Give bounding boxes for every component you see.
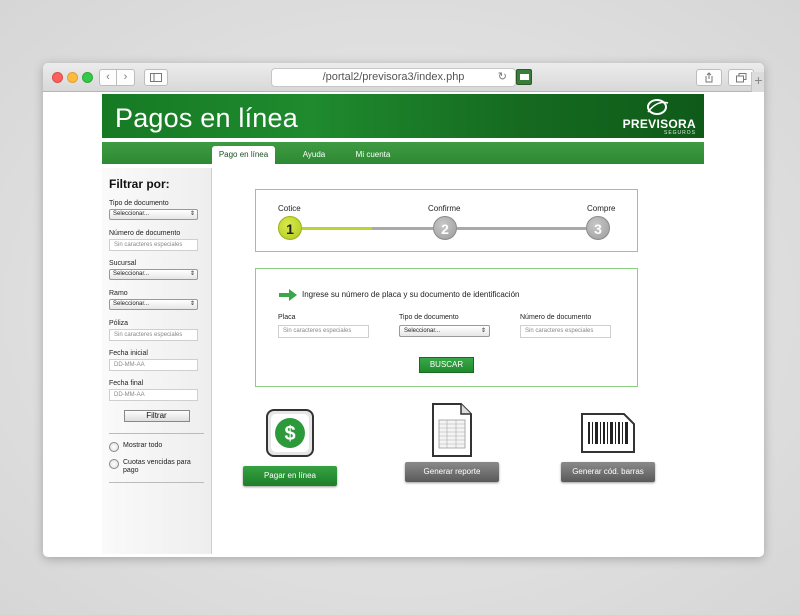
reporte-action: Generar reporte — [404, 403, 500, 482]
ramo-select[interactable]: Seleccionar... ⇕ — [109, 299, 198, 310]
barcode-icon[interactable] — [580, 412, 636, 454]
pagar-en-linea-button[interactable]: Pagar en línea — [243, 466, 337, 486]
placa-label: Placa — [278, 314, 296, 321]
select-arrows-icon: ⇕ — [189, 271, 195, 277]
share-icon — [705, 72, 713, 83]
radio-mostrar-todo-label: Mostrar todo — [123, 442, 163, 449]
step-line — [372, 227, 433, 230]
step-3-circle: 3 — [586, 216, 610, 240]
close-window-button[interactable] — [52, 72, 63, 83]
page-title: Pagos en línea — [115, 103, 298, 133]
placa-input[interactable]: Sin caracteres especiales — [278, 325, 369, 338]
numero-documento-input[interactable]: Sin caracteres especiales — [109, 239, 198, 251]
tipo-documento-value: Seleccionar... — [113, 211, 150, 217]
tab-ayuda[interactable]: Ayuda — [284, 146, 344, 164]
generar-reporte-button[interactable]: Generar reporte — [405, 462, 499, 482]
chevron-right-icon: › — [123, 71, 128, 83]
buscar-button[interactable]: BUSCAR — [419, 357, 474, 373]
poliza-label: Póliza — [109, 320, 129, 327]
filtrar-button[interactable]: Filtrar — [123, 410, 190, 422]
radio-circle-icon[interactable] — [109, 459, 119, 469]
sucursal-value: Seleccionar... — [113, 271, 150, 277]
arrow-right-icon — [279, 289, 297, 301]
new-tab-button[interactable]: + — [751, 72, 764, 92]
tipo-documento-label: Tipo de documento — [399, 314, 459, 321]
step-line — [457, 227, 586, 230]
plus-icon: + — [754, 72, 763, 88]
tipo-documento-label: Tipo de documento — [109, 200, 169, 207]
fecha-final-label: Fecha final — [109, 380, 144, 387]
step-2-circle: 2 — [433, 216, 457, 240]
step-1-label: Cotice — [278, 204, 301, 213]
forward-button[interactable]: › — [117, 69, 135, 86]
select-arrows-icon: ⇕ — [480, 328, 486, 334]
chevron-left-icon: ‹ — [106, 71, 110, 83]
radio-mostrar-todo[interactable]: Mostrar todo — [109, 442, 204, 452]
main-menu: Pago en línea Ayuda Mi cuenta — [102, 142, 704, 164]
dollar-icon[interactable]: $ — [265, 408, 315, 458]
step-progress-line — [302, 227, 372, 230]
generar-cod-barras-button[interactable]: Generar cód. barras — [561, 462, 655, 482]
ramo-label: Ramo — [109, 290, 128, 297]
search-hint: Ingrese su número de placa y su document… — [302, 290, 520, 299]
step-2-label: Confirme — [428, 204, 461, 213]
sucursal-label: Sucursal — [109, 260, 137, 267]
zoom-window-button[interactable] — [82, 72, 93, 83]
sidebar-divider — [109, 433, 204, 434]
step-3-label: Compre — [587, 204, 616, 213]
back-button[interactable]: ‹ — [99, 69, 117, 86]
tab-pago-en-linea[interactable]: Pago en línea — [212, 146, 275, 164]
radio-cuotas-vencidas-label: Cuotas vencidas para pago — [123, 459, 191, 474]
step-1-circle: 1 — [278, 216, 302, 240]
page-content: Pagos en línea PREVISORA SEGUROS Pago en… — [102, 94, 704, 554]
browser-window: ‹ › /portal2/previsora3/index.php ↻ + Pa… — [43, 63, 764, 557]
fecha-final-input[interactable]: DD-MM-AA — [109, 389, 198, 401]
poliza-input[interactable]: Sin caracteres especiales — [109, 329, 198, 341]
sidebar-toggle-button[interactable] — [144, 69, 168, 86]
logo-subtext: SEGUROS — [663, 130, 696, 136]
report-icon[interactable] — [430, 402, 474, 458]
tab-mi-cuenta[interactable]: Mi cuenta — [347, 146, 399, 164]
numero-documento-label: Número de documento — [520, 314, 592, 321]
select-arrows-icon: ⇕ — [189, 211, 195, 217]
barras-action: Generar cód. barras — [560, 408, 656, 482]
site-header: Pagos en línea PREVISORA SEGUROS — [102, 94, 704, 142]
svg-text:$: $ — [284, 423, 295, 445]
ramo-value: Seleccionar... — [113, 301, 150, 307]
extension-icon[interactable] — [516, 69, 532, 85]
tipo-documento-value: Seleccionar... — [404, 328, 441, 334]
minimize-window-button[interactable] — [67, 72, 78, 83]
tipo-documento-select[interactable]: Seleccionar... ⇕ — [399, 325, 490, 337]
numero-documento-input[interactable]: Sin caracteres especiales — [520, 325, 611, 338]
tipo-documento-select[interactable]: Seleccionar... ⇕ — [109, 209, 198, 220]
logo-text: PREVISORA — [622, 117, 696, 131]
fecha-inicial-input[interactable]: DD-MM-AA — [109, 359, 198, 371]
logo-mark-icon — [647, 99, 669, 115]
share-button[interactable] — [696, 69, 722, 86]
url-text: /portal2/previsora3/index.php — [322, 71, 465, 83]
pagar-action: $ Pagar en línea — [242, 408, 338, 486]
main-content: Cotice Confirme Compre 1 2 3 Ingrese su … — [212, 168, 704, 554]
sidebar-icon — [150, 73, 162, 82]
sucursal-select[interactable]: Seleccionar... ⇕ — [109, 269, 198, 280]
browser-toolbar: ‹ › /portal2/previsora3/index.php ↻ + — [43, 63, 764, 92]
address-bar[interactable]: /portal2/previsora3/index.php ↻ — [271, 68, 516, 87]
search-panel: Ingrese su número de placa y su document… — [255, 268, 638, 387]
numero-documento-label: Número de documento — [109, 230, 181, 237]
select-arrows-icon: ⇕ — [189, 301, 195, 307]
radio-cuotas-vencidas[interactable]: Cuotas vencidas para pago — [109, 459, 204, 475]
filter-sidebar: Filtrar por: Tipo de documento Seleccion… — [102, 168, 212, 554]
fecha-inicial-label: Fecha inicial — [109, 350, 148, 357]
tabs-icon — [735, 73, 746, 83]
radio-circle-icon[interactable] — [109, 442, 119, 452]
progress-steps: Cotice Confirme Compre 1 2 3 — [255, 189, 638, 252]
filter-title: Filtrar por: — [109, 177, 170, 191]
previsora-logo[interactable]: PREVISORA SEGUROS — [618, 98, 696, 138]
sidebar-divider — [109, 482, 204, 483]
reload-icon[interactable]: ↻ — [498, 69, 507, 86]
body-area: Filtrar por: Tipo de documento Seleccion… — [102, 168, 704, 554]
